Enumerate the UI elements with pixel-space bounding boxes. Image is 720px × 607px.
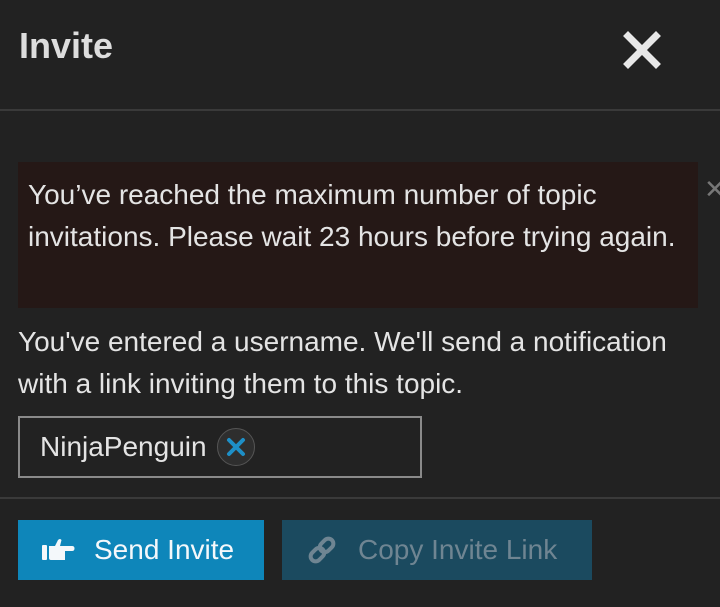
alert-dismiss-button[interactable]: ✕ (704, 176, 720, 202)
error-alert: You’ve reached the maximum number of top… (18, 162, 698, 308)
x-circle-icon (226, 438, 245, 456)
close-icon (623, 31, 661, 69)
link-icon (304, 535, 340, 565)
selected-user-chip: NinjaPenguin (40, 428, 255, 466)
chip-label: NinjaPenguin (40, 431, 207, 462)
send-invite-label: Send Invite (94, 534, 235, 565)
hand-point-right-icon (40, 535, 76, 565)
copy-invite-link-button[interactable]: Copy Invite Link (282, 520, 592, 580)
send-invite-button[interactable]: Send Invite (18, 520, 264, 580)
header-divider (0, 109, 720, 111)
footer-divider (0, 497, 720, 499)
help-text: You've entered a username. We'll send a … (18, 326, 667, 399)
close-icon: ✕ (704, 176, 720, 202)
username-input[interactable]: NinjaPenguin (18, 416, 422, 478)
close-button[interactable] (616, 24, 668, 76)
copy-invite-link-label: Copy Invite Link (358, 534, 558, 565)
chip-remove-button[interactable] (216, 428, 255, 466)
modal-title: Invite (19, 25, 114, 66)
alert-message: You’ve reached the maximum number of top… (28, 179, 676, 252)
